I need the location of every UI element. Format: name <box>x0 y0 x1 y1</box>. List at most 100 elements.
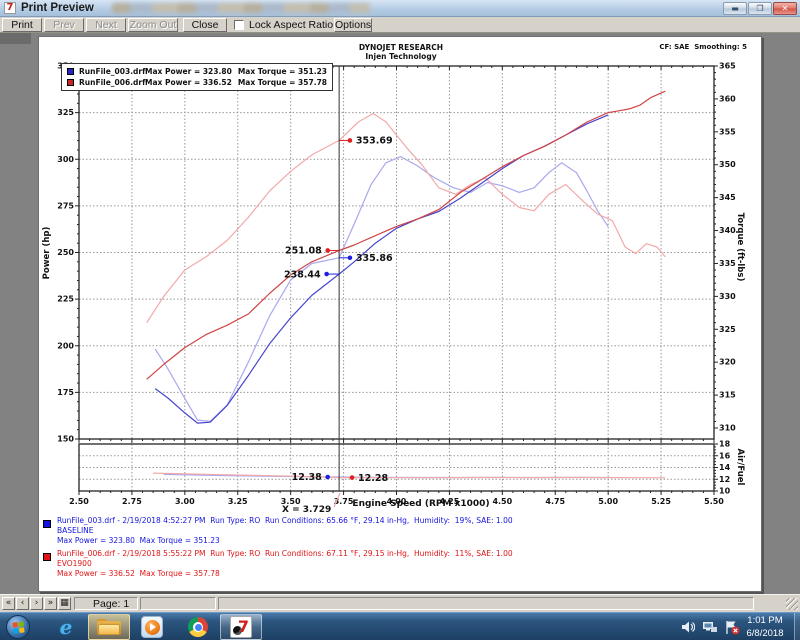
preview-corner <box>0 33 31 44</box>
window-title: Print Preview <box>21 2 94 14</box>
folder-icon <box>97 619 121 635</box>
dyno-chart[interactable]: Power (hp) Torque (ft-lbs) Air/Fuel 2.50… <box>39 37 763 593</box>
first-page-button[interactable]: « <box>2 597 15 610</box>
curve-runfile-006-power <box>147 91 666 379</box>
legend-run2-file: RunFile_006.drf <box>79 78 145 87</box>
clock-time: 1:01 PM <box>740 614 790 627</box>
maximize-button[interactable]: ❐ <box>748 2 772 15</box>
start-button[interactable] <box>6 615 30 639</box>
svg-text:365: 365 <box>719 62 736 71</box>
run2-swatch <box>43 553 51 561</box>
options-button[interactable]: Options <box>334 18 372 32</box>
svg-text:5.25: 5.25 <box>651 497 671 506</box>
window-close-button[interactable]: ✕ <box>773 2 797 15</box>
legend-run1-torque: Max Torque = 351.23 <box>238 67 327 76</box>
run2-max-line: Max Power = 336.52 Max Torque = 357.78 <box>57 569 220 579</box>
cursor-x-readout: X = 3.729 <box>282 505 340 513</box>
legend-row-run1: RunFile_003.drf Max Power = 323.80 Max T… <box>67 67 327 76</box>
svg-text:340: 340 <box>719 226 736 235</box>
internet-explorer-icon: e <box>60 617 73 637</box>
close-button[interactable]: Close <box>183 18 227 32</box>
run1-max-line: Max Power = 323.80 Max Torque = 351.23 <box>57 536 220 546</box>
legend-run1-file: RunFile_003.drf <box>79 67 145 76</box>
lock-aspect-ratio-checkbox[interactable] <box>234 20 244 30</box>
x-axis-title: Engine Speed (RPM x1000) <box>321 499 521 509</box>
report-subtitle: Injen Technology <box>39 52 763 61</box>
svg-text:3.00: 3.00 <box>175 497 195 506</box>
taskbar: e 7 <box>0 612 800 640</box>
gridlines <box>79 66 714 491</box>
svg-text:310: 310 <box>719 424 736 433</box>
taskbar-item-media-player[interactable] <box>134 614 170 640</box>
action-center-icon[interactable] <box>725 620 740 635</box>
multi-page-button[interactable]: ▦ <box>58 597 71 610</box>
title-bar: 7 Print Preview ▬ ❐ ✕ <box>0 0 800 17</box>
svg-text:5.00: 5.00 <box>598 497 618 506</box>
svg-text:14: 14 <box>719 463 731 472</box>
run2-name-line: EVO1900 <box>57 559 92 569</box>
report-title: DYNOJET RESEARCH <box>39 43 763 52</box>
svg-text:275: 275 <box>57 201 74 210</box>
power-axis-label: Power (hp) <box>42 227 52 280</box>
svg-text:300: 300 <box>57 155 74 164</box>
svg-text:5.50: 5.50 <box>704 497 724 506</box>
airfuel-axis-label: Air/Fuel <box>735 449 745 486</box>
dynojet-app-icon: 7 <box>4 2 16 14</box>
curve-runfile-003-torque <box>155 157 608 422</box>
print-button[interactable]: Print <box>2 18 42 32</box>
resize-grip[interactable] <box>786 598 798 610</box>
svg-text:10: 10 <box>719 487 731 496</box>
svg-text:16: 16 <box>719 451 731 460</box>
desktop: 7 Print Preview ▬ ❐ ✕ Print Prev Next Zo… <box>0 0 800 640</box>
svg-text:12: 12 <box>719 475 730 484</box>
chrome-icon <box>188 617 208 637</box>
series-curves <box>147 91 666 478</box>
svg-text:2.50: 2.50 <box>69 497 89 506</box>
svg-text:350: 350 <box>719 160 736 169</box>
legend-run2-power: Max Power = 336.52 <box>145 78 238 87</box>
minimize-button[interactable]: ▬ <box>723 2 747 15</box>
run1-name-line: BASELINE <box>57 526 94 536</box>
network-icon[interactable] <box>702 620 718 634</box>
run1-swatch <box>43 520 51 528</box>
last-page-button[interactable]: » <box>44 597 57 610</box>
next-page-button[interactable]: › <box>30 597 43 610</box>
clock-date: 6/8/2018 <box>740 627 790 640</box>
page-number-panel: Page: 1 <box>74 597 138 610</box>
taskbar-item-dynojet[interactable]: 7 <box>220 614 262 640</box>
prev-page-button[interactable]: ‹ <box>16 597 29 610</box>
dynojet-winpep-icon: 7 <box>230 616 252 638</box>
svg-text:3.25: 3.25 <box>228 497 248 506</box>
svg-text:200: 200 <box>57 341 74 350</box>
svg-text:345: 345 <box>719 193 736 202</box>
svg-text:335: 335 <box>719 259 736 268</box>
taskbar-item-internet-explorer[interactable]: e <box>48 614 84 640</box>
zoom-out-button[interactable]: Zoom Out <box>128 18 178 32</box>
show-desktop-button[interactable] <box>794 613 800 640</box>
run1-file-line: RunFile_003.drf - 2/19/2018 4:52:27 PM R… <box>57 516 513 526</box>
run2-file-line: RunFile_006.drf - 2/19/2018 5:55:22 PM R… <box>57 549 513 559</box>
prev-button[interactable]: Prev <box>44 18 84 32</box>
status-bar: « ‹ › » ▦ Page: 1 <box>0 594 800 612</box>
status-panel-2 <box>140 597 216 610</box>
lock-aspect-ratio-label: Lock Aspect Ratio <box>249 19 333 31</box>
annotation-value: 251.08 <box>285 246 322 257</box>
volume-icon[interactable] <box>681 620 695 634</box>
svg-text:355: 355 <box>719 127 736 136</box>
svg-text:325: 325 <box>719 325 736 334</box>
status-panel-3 <box>218 597 754 610</box>
taskbar-clock[interactable]: 1:01 PM 6/8/2018 <box>740 614 790 640</box>
svg-text:360: 360 <box>719 94 736 103</box>
taskbar-item-file-explorer[interactable] <box>88 614 130 640</box>
svg-text:2.75: 2.75 <box>122 497 142 506</box>
report-page: Power (hp) Torque (ft-lbs) Air/Fuel 2.50… <box>38 36 762 592</box>
media-player-icon <box>141 616 163 638</box>
curve-runfile-006-torque <box>147 114 666 323</box>
taskbar-item-chrome[interactable] <box>180 614 216 640</box>
curve-runfile-003-power <box>155 115 608 423</box>
annotation-value: 335.86 <box>356 253 393 264</box>
legend-row-run2: RunFile_006.drf Max Power = 336.52 Max T… <box>67 78 327 87</box>
next-button[interactable]: Next <box>86 18 126 32</box>
annotations: 353.69251.08335.86238.4412.3812.28 <box>284 136 393 484</box>
legend-run1-power: Max Power = 323.80 <box>145 67 238 76</box>
